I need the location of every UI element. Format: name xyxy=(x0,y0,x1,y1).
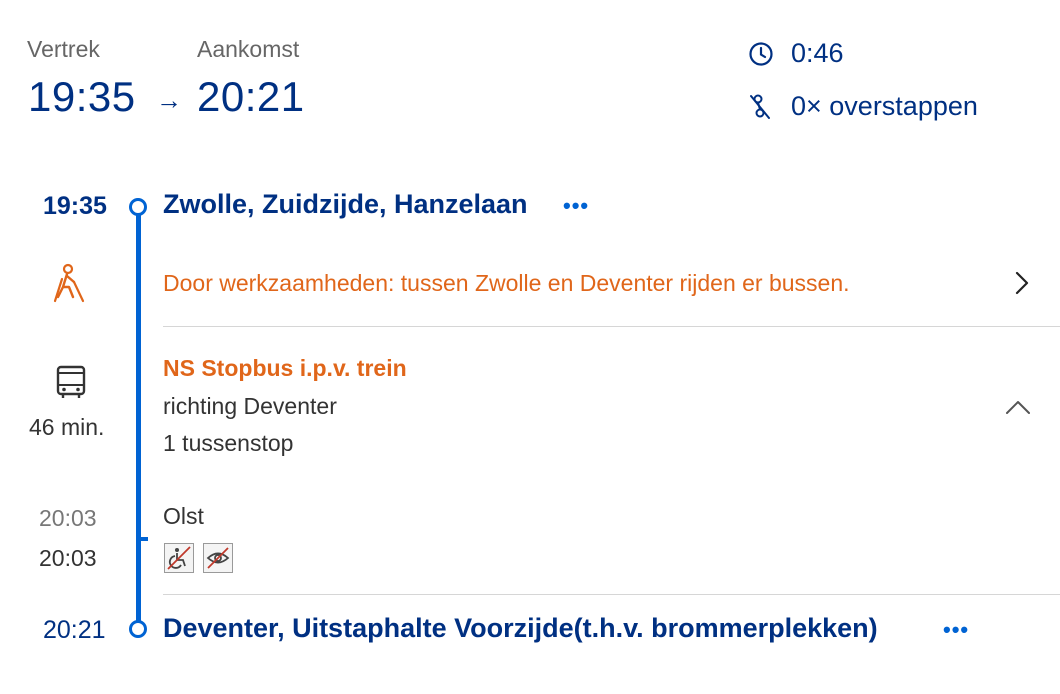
destination-more-button[interactable]: ••• xyxy=(943,617,969,643)
origin-more-button[interactable]: ••• xyxy=(563,193,589,219)
destination-name[interactable]: Deventer, Uitstaphalte Voorzijde(t.h.v. … xyxy=(163,613,878,644)
arrival-time: 20:21 xyxy=(197,73,305,120)
olst-planned-time: 20:03 xyxy=(39,505,97,531)
leg-duration: 46 min. xyxy=(29,414,105,440)
intermediate-stop-name: Olst xyxy=(163,503,204,529)
chevron-up-icon[interactable] xyxy=(1004,398,1032,416)
leg-stops-count[interactable]: 1 tussenstop xyxy=(163,430,293,457)
chevron-right-icon[interactable] xyxy=(1014,270,1030,296)
transfers-text: 0× overstappen xyxy=(791,91,978,121)
disruption-message[interactable]: Door werkzaamheden: tussen Zwolle en Dev… xyxy=(163,270,850,297)
no-wheelchair-icon xyxy=(164,543,194,573)
olst-actual-time: 20:03 xyxy=(39,545,97,571)
bus-icon xyxy=(55,364,87,400)
clock-icon xyxy=(748,41,774,67)
walking-icon xyxy=(50,263,88,307)
departure-time: 19:35 xyxy=(28,73,136,120)
arrow-icon: → xyxy=(156,85,182,115)
stop-tick xyxy=(141,537,148,541)
transfer-icon xyxy=(747,93,775,121)
origin-name[interactable]: Zwolle, Zuidzijde, Hanzelaan xyxy=(163,189,528,220)
destination-time: 20:21 xyxy=(43,616,106,644)
divider xyxy=(163,594,1060,595)
duration-text: 0:46 xyxy=(791,38,844,68)
divider xyxy=(163,326,1060,327)
leg-direction: richting Deventer xyxy=(163,393,337,419)
departure-label: Vertrek xyxy=(27,36,100,62)
journey-line xyxy=(136,214,141,622)
no-visual-aid-icon xyxy=(203,543,233,573)
origin-time: 19:35 xyxy=(43,192,107,220)
destination-dot xyxy=(129,620,147,638)
arrival-label: Aankomst xyxy=(197,36,300,62)
origin-dot xyxy=(129,198,147,216)
leg-operator: NS Stopbus i.p.v. trein xyxy=(163,355,407,381)
